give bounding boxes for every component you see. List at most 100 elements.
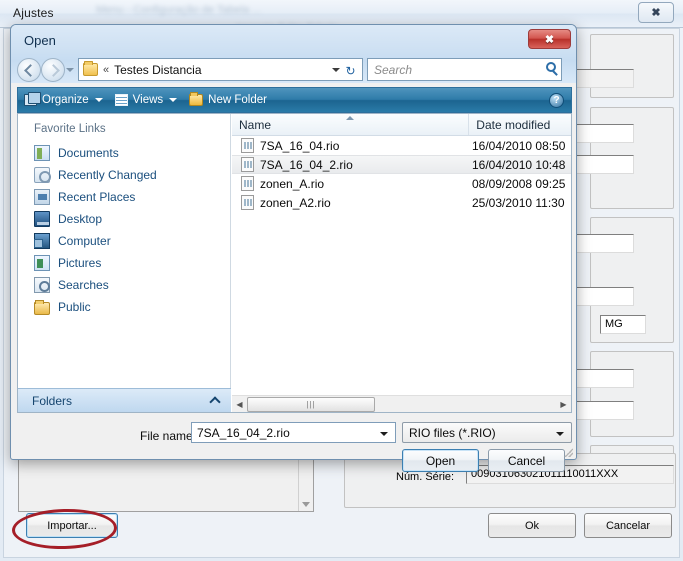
- sidebar-item-label: Documents: [58, 146, 119, 160]
- recent-places-icon: [34, 189, 50, 205]
- background-group-panel: [590, 351, 674, 437]
- chevron-down-icon: [169, 98, 178, 102]
- rio-file-icon: [241, 176, 254, 191]
- rio-file-icon: [241, 195, 254, 210]
- favorite-links-header: Favorite Links: [34, 123, 106, 135]
- breadcrumb-current-folder[interactable]: Testes Distancia: [114, 63, 201, 77]
- sidebar-item-label: Searches: [58, 278, 109, 292]
- scroll-right-arrow-icon[interactable]: ▶: [556, 397, 571, 412]
- file-type-filter-select[interactable]: RIO files (*.RIO): [402, 422, 572, 443]
- chevron-up-icon: [209, 396, 221, 408]
- recent-locations-dropdown[interactable]: [65, 58, 76, 82]
- favorite-links-pane: Favorite Links Documents Recently Change…: [18, 114, 231, 412]
- dialog-title: Open: [24, 33, 56, 48]
- back-button[interactable]: [17, 57, 41, 82]
- new-folder-button[interactable]: New Folder: [183, 88, 273, 112]
- folders-expander[interactable]: Folders: [18, 388, 231, 412]
- file-date-cell: 16/04/2010 08:50: [472, 138, 566, 153]
- importar-button[interactable]: Importar...: [26, 513, 118, 538]
- background-group-panel: [590, 34, 674, 98]
- organize-label: Organize: [42, 94, 89, 106]
- views-label: Views: [132, 94, 164, 106]
- views-menu-button[interactable]: Views: [109, 88, 183, 112]
- background-close-button[interactable]: ✖: [638, 2, 674, 23]
- file-name-label: File name:: [140, 429, 197, 443]
- organize-icon: [24, 92, 41, 106]
- table-row[interactable]: 7SA_16_04.rio 16/04/2010 08:50: [232, 136, 571, 155]
- open-button[interactable]: Open: [402, 449, 479, 472]
- command-bar: Organize Views New Folder ?: [17, 87, 572, 113]
- sidebar-item-documents[interactable]: Documents: [18, 142, 230, 164]
- rio-file-icon: [241, 157, 254, 172]
- file-type-filter-value: RIO files (*.RIO): [409, 425, 496, 440]
- sidebar-item-label: Computer: [58, 234, 111, 248]
- new-folder-icon: [189, 92, 204, 106]
- computer-icon: [34, 233, 50, 249]
- search-icon: [546, 62, 556, 72]
- serial-number-label: Núm. Série:: [396, 471, 455, 483]
- sidebar-item-public[interactable]: Public: [18, 296, 230, 318]
- horizontal-scrollbar[interactable]: ◀ ||| ▶: [232, 395, 571, 412]
- sidebar-item-computer[interactable]: Computer: [18, 230, 230, 252]
- file-list-rows: 7SA_16_04.rio 16/04/2010 08:50 7SA_16_04…: [232, 136, 571, 212]
- column-header-date-modified[interactable]: Date modified: [469, 114, 571, 135]
- table-row[interactable]: zonen_A2.rio 25/03/2010 11:30: [232, 193, 571, 212]
- refresh-icon[interactable]: ↻: [341, 61, 360, 80]
- search-placeholder: Search: [374, 62, 413, 77]
- recently-changed-icon: [34, 167, 51, 183]
- file-list-header: Name Date modified: [232, 114, 571, 136]
- sidebar-item-searches[interactable]: Searches: [18, 274, 230, 296]
- scrollbar-track[interactable]: |||: [247, 396, 556, 412]
- scroll-left-arrow-icon[interactable]: ◀: [232, 397, 247, 412]
- listbox-scrollbar[interactable]: [298, 460, 313, 511]
- scrollbar-thumb[interactable]: |||: [247, 396, 375, 412]
- forward-button[interactable]: [41, 57, 65, 82]
- file-list-pane: Name Date modified 7SA_16_04.rio 16/04/2…: [232, 114, 571, 412]
- views-icon: [114, 94, 128, 106]
- sidebar-item-desktop[interactable]: Desktop: [18, 208, 230, 230]
- chevron-down-icon[interactable]: [332, 68, 340, 72]
- table-row[interactable]: zonen_A.rio 08/09/2008 09:25: [232, 174, 571, 193]
- sidebar-item-recently-changed[interactable]: Recently Changed: [18, 164, 230, 186]
- sidebar-item-label: Pictures: [58, 256, 102, 270]
- chevron-down-icon: [302, 502, 310, 507]
- file-name-input[interactable]: 7SA_16_04_2.rio: [191, 422, 396, 443]
- new-folder-label: New Folder: [208, 94, 267, 106]
- table-row[interactable]: 7SA_16_04_2.rio 16/04/2010 10:48: [232, 155, 571, 174]
- organize-menu-button[interactable]: Organize: [18, 88, 109, 112]
- file-name-cell: zonen_A2.rio: [260, 195, 331, 210]
- sidebar-item-label: Public: [58, 300, 91, 314]
- chevron-down-icon[interactable]: [380, 432, 388, 436]
- address-bar[interactable]: « Testes Distancia ↻: [78, 58, 363, 81]
- folders-label: Folders: [32, 393, 73, 408]
- open-file-dialog: Open ✖ « Testes Distancia ↻ Search Organ…: [10, 24, 577, 472]
- breadcrumb-overflow-chevron[interactable]: «: [103, 64, 109, 76]
- file-name-cell: zonen_A.rio: [260, 176, 325, 191]
- uf-value: MG: [605, 318, 623, 330]
- pictures-icon: [34, 255, 50, 271]
- help-icon[interactable]: ?: [549, 93, 564, 108]
- file-date-cell: 25/03/2010 11:30: [472, 195, 565, 210]
- background-window-title: Ajustes: [13, 6, 54, 20]
- sidebar-item-recent-places[interactable]: Recent Places: [18, 186, 230, 208]
- navigation-bar: « Testes Distancia ↻ Search: [17, 55, 572, 84]
- documents-icon: [34, 145, 50, 161]
- background-listbox[interactable]: [18, 459, 314, 512]
- file-date-cell: 16/04/2010 10:48: [472, 157, 566, 172]
- sidebar-item-label: Recent Places: [58, 190, 136, 204]
- column-header-name[interactable]: Name: [232, 114, 470, 135]
- chevron-down-icon[interactable]: [556, 432, 564, 436]
- uf-field[interactable]: MG: [600, 315, 646, 334]
- cancelar-button[interactable]: Cancelar: [584, 513, 672, 538]
- search-input[interactable]: Search: [367, 58, 562, 81]
- file-name-cell: 7SA_16_04.rio: [260, 138, 340, 153]
- cancel-button[interactable]: Cancel: [488, 449, 565, 472]
- file-name-value: 7SA_16_04_2.rio: [197, 425, 290, 440]
- resize-grip[interactable]: [563, 447, 573, 457]
- sidebar-item-pictures[interactable]: Pictures: [18, 252, 230, 274]
- dialog-close-button[interactable]: ✖: [528, 29, 571, 49]
- ok-button[interactable]: Ok: [488, 513, 576, 538]
- favorite-links-list: Documents Recently Changed Recent Places…: [18, 142, 230, 318]
- dialog-body: Favorite Links Documents Recently Change…: [17, 113, 572, 413]
- public-folder-icon: [34, 299, 50, 315]
